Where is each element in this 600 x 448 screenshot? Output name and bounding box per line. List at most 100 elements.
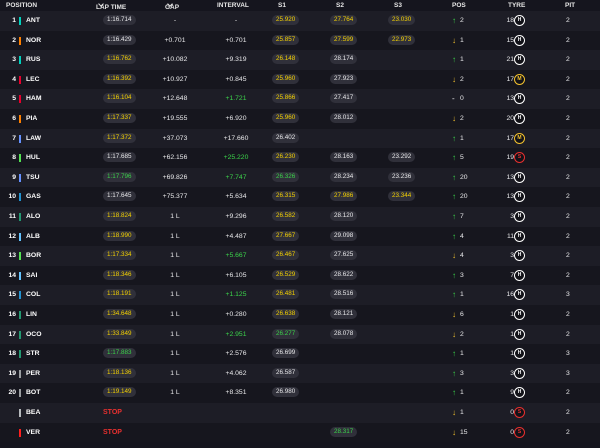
position-number: 8 <box>12 154 16 162</box>
positions-changed: 1 <box>460 409 464 416</box>
gap-value <box>162 403 188 423</box>
arrow-up-icon: ↑ <box>452 231 456 241</box>
sector2-time: 27.764 <box>330 15 358 25</box>
driver-code[interactable]: GAS <box>26 187 41 207</box>
driver-code[interactable]: BOR <box>26 246 41 266</box>
sector1-time: 26.582 <box>272 211 300 221</box>
team-color-bar <box>19 213 21 221</box>
lap-time: 1:18.990 <box>103 230 136 241</box>
position-number: 16 <box>8 311 16 318</box>
gap-value: +0.701 <box>164 36 186 44</box>
sector3-time: 22.973 <box>388 34 416 45</box>
driver-code[interactable]: RUS <box>26 50 40 70</box>
table-row[interactable]: BEA STOP ↓ 1 0 S 2 <box>0 403 600 423</box>
lap-time-cell: 1:18.191 <box>103 285 136 305</box>
lap-time-cell: 1:16.714 <box>103 11 136 31</box>
gap-value: +75.377 <box>162 193 188 201</box>
sector2-time-cell: 28.174 <box>330 50 358 70</box>
table-row[interactable]: 19 PER 1:18.136 1 L +4.062 26.587 ↑ 3 3 H 3 <box>0 363 600 384</box>
sector1-time: 26.481 <box>272 289 300 300</box>
arrow-up-icon: ↑ <box>452 270 456 280</box>
driver-code[interactable]: PIA <box>26 109 37 129</box>
table-row[interactable]: 5 HAM 1:16.104 +12.648 +1.721 25.866 27.417 -0 1… <box>0 89 600 109</box>
arrow-up-icon: ↑ <box>452 368 456 378</box>
driver-code[interactable]: SAI <box>26 266 37 286</box>
table-row[interactable]: 20 BOT 1:19.149 1 L +8.351 26.980 ↑ 1 9 H 2 <box>0 383 600 403</box>
sector2-time-cell: 28.078 <box>330 325 358 345</box>
gap-value: +62.156 <box>162 154 188 162</box>
table-row[interactable]: 9 TSU 1:17.796 +69.826 +7.747 26.326 28.234 23.… <box>0 167 600 188</box>
lap-time: 1:16.392 <box>103 73 136 84</box>
header-s2: S2 <box>336 2 344 9</box>
driver-code[interactable]: LEC <box>26 70 40 90</box>
table-row[interactable]: 17 OCO 1:33.849 1 L +2.951 26.277 28.078 ↓ 2 1 H 2 <box>0 324 600 345</box>
driver-code[interactable]: ALO <box>26 207 40 227</box>
tyre-laps: 1 <box>510 330 514 338</box>
table-row[interactable]: 15 COL 1:18.191 1 L +1.125 26.481 28.516 ↑ 1 16 H 3 <box>0 285 600 305</box>
positions-changed: 2 <box>460 75 464 83</box>
arrow-up-icon: ↑ <box>452 153 456 163</box>
lap-time: 1:33.849 <box>103 328 136 339</box>
pit-stops: 2 <box>566 409 570 416</box>
table-row[interactable]: VER STOP 28.317 ↓ 15 0 S 2 <box>0 422 600 443</box>
sector1-time: 26.326 <box>272 171 300 182</box>
sector1-time: 25.857 <box>272 34 300 45</box>
lap-time-cell: 1:33.849 <box>103 325 136 345</box>
table-row[interactable]: 4 LEC 1:16.392 +10.927 +0.845 25.960 27.923 ↓ 2 1… <box>0 69 600 90</box>
table-row[interactable]: 11 ALO 1:18.824 1 L +9.296 26.582 28.120 ↑ 7 3 H 2 <box>0 207 600 227</box>
driver-code[interactable]: COL <box>26 285 40 305</box>
positions-changed: 2 <box>460 330 464 338</box>
driver-code[interactable]: VER <box>26 423 40 443</box>
pit-stops: 2 <box>566 154 570 162</box>
sector1-time: 26.315 <box>272 191 300 202</box>
driver-code[interactable]: ANT <box>26 11 40 31</box>
sector1-time-cell: 26.582 <box>272 207 300 227</box>
interval-value: +2.576 <box>225 350 247 358</box>
table-row[interactable]: 13 BOR 1:17.334 1 L +5.667 26.467 27.625 ↓ 4 3 H 2 <box>0 246 600 266</box>
driver-code[interactable]: TSU <box>26 168 40 188</box>
driver-code[interactable]: HAM <box>26 89 41 109</box>
gap-value: +37.073 <box>162 134 188 142</box>
team-color-bar <box>19 428 21 437</box>
timing-board: POSITION LAP TIME GAP INTERVAL S1 S2 S3 … <box>0 0 600 448</box>
table-row[interactable]: 2 NOR 1:16.429 +0.701 +0.701 25.857 27.599 22.9… <box>0 30 600 51</box>
table-row[interactable]: 6 PIA 1:17.337 +19.555 +6.920 25.960 28.012 ↓ 2 2… <box>0 109 600 129</box>
sector1-time-cell: 25.960 <box>272 109 300 129</box>
lap-time-cell: 1:16.429 <box>103 31 136 51</box>
sector1-time-cell: 25.857 <box>272 31 300 51</box>
table-row[interactable]: 7 LAW 1:17.372 +37.073 +17.660 26.402 ↑ 1 17 M 2 <box>0 128 600 149</box>
table-row[interactable]: 14 SAI 1:18.346 1 L +6.105 26.529 28.622 ↑ 3 7 H 2 <box>0 265 600 286</box>
positions-changed: 4 <box>460 232 464 240</box>
sector2-time-cell: 28.121 <box>330 305 358 325</box>
driver-code[interactable]: OCO <box>26 325 41 345</box>
driver-code[interactable]: STR <box>26 344 40 364</box>
driver-code[interactable]: PER <box>26 364 40 384</box>
team-color-bar <box>19 311 21 319</box>
table-row[interactable]: 18 STR 1:17.883 1 L +2.576 26.699 ↑ 1 1 H 3 <box>0 344 600 364</box>
driver-code[interactable]: BEA <box>26 403 40 423</box>
team-color-bar <box>19 95 21 104</box>
position-number: 3 <box>12 56 16 64</box>
driver-code[interactable]: HUL <box>26 148 40 168</box>
position-number: 12 <box>8 232 16 240</box>
table-row[interactable]: 8 HUL 1:17.685 +62.156 +25.220 26.230 28.163 23… <box>0 148 600 168</box>
driver-code[interactable]: NOR <box>26 31 41 51</box>
team-color-bar <box>19 252 21 261</box>
table-row[interactable]: 3 RUS 1:16.762 +10.082 +9.319 26.148 28.174 ↑ 1 2… <box>0 50 600 70</box>
driver-code[interactable]: BOT <box>26 383 40 403</box>
tyre-laps: 1 <box>510 311 514 318</box>
gap-value: 1 L <box>170 213 180 220</box>
driver-code[interactable]: ALB <box>26 227 40 247</box>
header-gap[interactable]: GAP <box>165 1 179 11</box>
arrow-up-icon: ↑ <box>452 133 456 143</box>
driver-code[interactable]: LAW <box>26 129 41 149</box>
table-row[interactable]: 10 GAS 1:17.645 +75.377 +5.634 26.315 27.986 23… <box>0 187 600 207</box>
table-row[interactable]: 1 ANT 1:16.714 - - 25.920 27.764 23.030 ↑ 2 18 H 2 <box>0 11 600 31</box>
sector1-time: 25.960 <box>272 113 300 123</box>
driver-code[interactable]: LIN <box>26 305 37 325</box>
position-number: 6 <box>12 115 16 122</box>
interval-value: +8.351 <box>225 389 247 397</box>
header-lap-time[interactable]: LAP TIME <box>96 1 126 11</box>
table-row[interactable]: 12 ALB 1:18.990 1 L +4.487 27.667 29.098 ↑ 4 11 H 2 <box>0 226 600 247</box>
table-row[interactable]: 16 LIN 1:34.648 1 L +0.280 26.638 28.121 ↓ 6 1 H 2 <box>0 305 600 325</box>
